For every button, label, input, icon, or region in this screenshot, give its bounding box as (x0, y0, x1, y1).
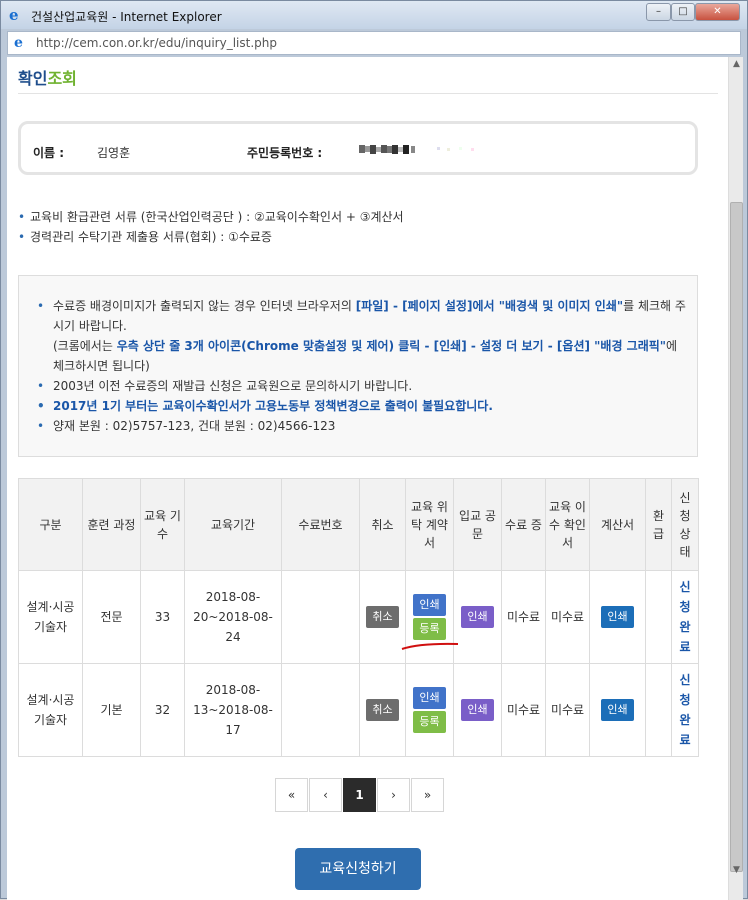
col-header: 입교 공문 (453, 478, 502, 571)
refund-cell (645, 570, 672, 664)
table-header-row: 구분 훈련 과정 교육 기수 교육기간 수료번호 취소 교육 위탁 계약 서 입… (18, 478, 699, 571)
status-cell: 신청완료 (671, 663, 699, 757)
invoice-cell: 인쇄 (589, 663, 646, 757)
col-header: 교육 기수 (140, 478, 185, 571)
notice-box: 수료증 배경이미지가 출력되지 않는 경우 인터넷 브라우저의 [파일] - [… (18, 275, 698, 457)
contract-print-button[interactable]: 인쇄 (413, 687, 446, 709)
col-header: 구분 (18, 478, 83, 571)
course-table: 구분 훈련 과정 교육 기수 교육기간 수료번호 취소 교육 위탁 계약 서 입… (18, 478, 699, 757)
table-row: 설계·시공 기술자 기본 32 2018-08-13~2018-08-17 취소… (18, 663, 699, 757)
invoice-cell: 인쇄 (589, 570, 646, 664)
cancel-button[interactable]: 취소 (366, 699, 399, 721)
prev-page-button[interactable]: ‹ (309, 778, 342, 812)
red-underline-mark (401, 642, 459, 650)
vertical-scrollbar[interactable]: ▲ ▼ (728, 57, 743, 900)
internet-explorer-icon: e (9, 6, 19, 24)
contract-print-button[interactable]: 인쇄 (413, 594, 446, 616)
col-header: 훈련 과정 (82, 478, 141, 571)
name-value: 김영훈 (97, 146, 131, 160)
title-bar: e 건설산업교육원 - Internet Explorer – □ ✕ (1, 1, 747, 29)
completion-cell: 미수료 (545, 570, 590, 664)
invoice-print-button[interactable]: 인쇄 (601, 606, 634, 628)
category-cell: 설계·시공 기술자 (18, 570, 83, 664)
category-cell: 설계·시공 기술자 (18, 663, 83, 757)
notice-item: 수료증 배경이미지가 출력되지 않는 경우 인터넷 브라우저의 [파일] - [… (37, 296, 687, 376)
list-item: 경력관리 수탁기관 제출용 서류(협회) : ①수료증 (18, 227, 404, 247)
resident-number-label: 주민등록번호 : (247, 146, 323, 160)
last-page-button[interactable]: » (411, 778, 444, 812)
page-icon: e (14, 35, 23, 51)
col-header: 신 청 상 태 (671, 478, 699, 571)
scroll-up-arrow[interactable]: ▲ (729, 59, 744, 73)
page-title-main: 확인 (18, 69, 48, 88)
page-content: 확인조회 이름 : 김영훈 주민등록번호 : 교육비 환급관련 서류 (한국산업… (7, 57, 728, 900)
term-cell: 32 (140, 663, 185, 757)
contract-cell: 인쇄등록 (405, 663, 454, 757)
browser-window: e 건설산업교육원 - Internet Explorer – □ ✕ e ht… (0, 0, 748, 900)
course-cell: 기본 (82, 663, 141, 757)
document-info-list: 교육비 환급관련 서류 (한국산업인력공단 ) : ②교육이수확인서 + ③계산… (18, 207, 404, 247)
col-header: 교육 이수 확인 서 (545, 478, 590, 571)
page-title: 확인조회 (18, 65, 77, 89)
official-letter-print-button[interactable]: 인쇄 (461, 606, 494, 628)
certificate-cell: 미수료 (501, 663, 546, 757)
col-header: 취소 (359, 478, 406, 571)
status-cell: 신청완료 (671, 570, 699, 664)
col-header: 환 급 (645, 478, 672, 571)
cert-no-cell (281, 570, 360, 664)
notice-item: 양재 본원 : 02)5757-123, 건대 분원 : 02)4566-123 (37, 416, 687, 436)
contract-register-button[interactable]: 등록 (413, 711, 446, 733)
notice-highlight: [파일] - [페이지 설정]에서 "배경색 및 이미지 인쇄" (355, 299, 624, 313)
completion-cell: 미수료 (545, 663, 590, 757)
col-header: 수료 증 (501, 478, 546, 571)
contract-register-button[interactable]: 등록 (413, 618, 446, 640)
user-info-box: 이름 : 김영훈 주민등록번호 : (18, 121, 698, 175)
scroll-down-arrow[interactable]: ▼ (729, 865, 744, 879)
notice-highlight: 우측 상단 줄 3개 아이콘(Chrome 맞춤설정 및 제어) 클릭 - [인… (116, 339, 667, 353)
letter-cell: 인쇄 (453, 663, 502, 757)
invoice-print-button[interactable]: 인쇄 (601, 699, 634, 721)
next-page-button[interactable]: › (377, 778, 410, 812)
notice-text: (크롬에서는 (53, 339, 117, 353)
apply-course-button[interactable]: 교육신청하기 (295, 848, 421, 890)
letter-cell: 인쇄 (453, 570, 502, 664)
pagination: « ‹ 1 › » (275, 778, 445, 812)
course-cell: 전문 (82, 570, 141, 664)
maximize-button[interactable]: □ (671, 3, 695, 21)
col-header: 계산서 (589, 478, 646, 571)
cancel-cell: 취소 (359, 663, 406, 757)
table-row: 설계·시공 기술자 전문 33 2018-08-20~2018-08-24 취소… (18, 570, 699, 664)
official-letter-print-button[interactable]: 인쇄 (461, 699, 494, 721)
notice-item: 2003년 이전 수료증의 재발급 신청은 교육원으로 문의하시기 바랍니다. (37, 376, 687, 396)
address-url[interactable]: http://cem.con.or.kr/edu/inquiry_list.ph… (36, 36, 277, 50)
cert-no-cell (281, 663, 360, 757)
term-cell: 33 (140, 570, 185, 664)
name-label: 이름 : (33, 146, 65, 160)
scroll-thumb[interactable] (730, 202, 743, 872)
notice-text: 수료증 배경이미지가 출력되지 않는 경우 인터넷 브라우저의 (53, 299, 356, 313)
first-page-button[interactable]: « (275, 778, 308, 812)
refund-cell (645, 663, 672, 757)
divider (18, 93, 718, 94)
window-title: 건설산업교육원 - Internet Explorer (31, 10, 222, 24)
minimize-button[interactable]: – (646, 3, 671, 21)
address-bar[interactable]: e http://cem.con.or.kr/edu/inquiry_list.… (7, 31, 741, 55)
cancel-cell: 취소 (359, 570, 406, 664)
col-header: 수료번호 (281, 478, 360, 571)
period-cell: 2018-08-13~2018-08-17 (184, 663, 282, 757)
col-header: 교육기간 (184, 478, 282, 571)
period-cell: 2018-08-20~2018-08-24 (184, 570, 282, 664)
col-header: 교육 위탁 계약 서 (405, 478, 454, 571)
page-title-accent: 조회 (47, 69, 77, 88)
list-item: 교육비 환급관련 서류 (한국산업인력공단 ) : ②교육이수확인서 + ③계산… (18, 207, 404, 227)
page-1-button[interactable]: 1 (343, 778, 376, 812)
certificate-cell: 미수료 (501, 570, 546, 664)
redacted-resident-number (359, 145, 474, 154)
notice-item-important: 2017년 1기 부터는 교육이수확인서가 고용노동부 정책변경으로 출력이 불… (37, 396, 687, 416)
cancel-button[interactable]: 취소 (366, 606, 399, 628)
close-button[interactable]: ✕ (695, 3, 740, 21)
